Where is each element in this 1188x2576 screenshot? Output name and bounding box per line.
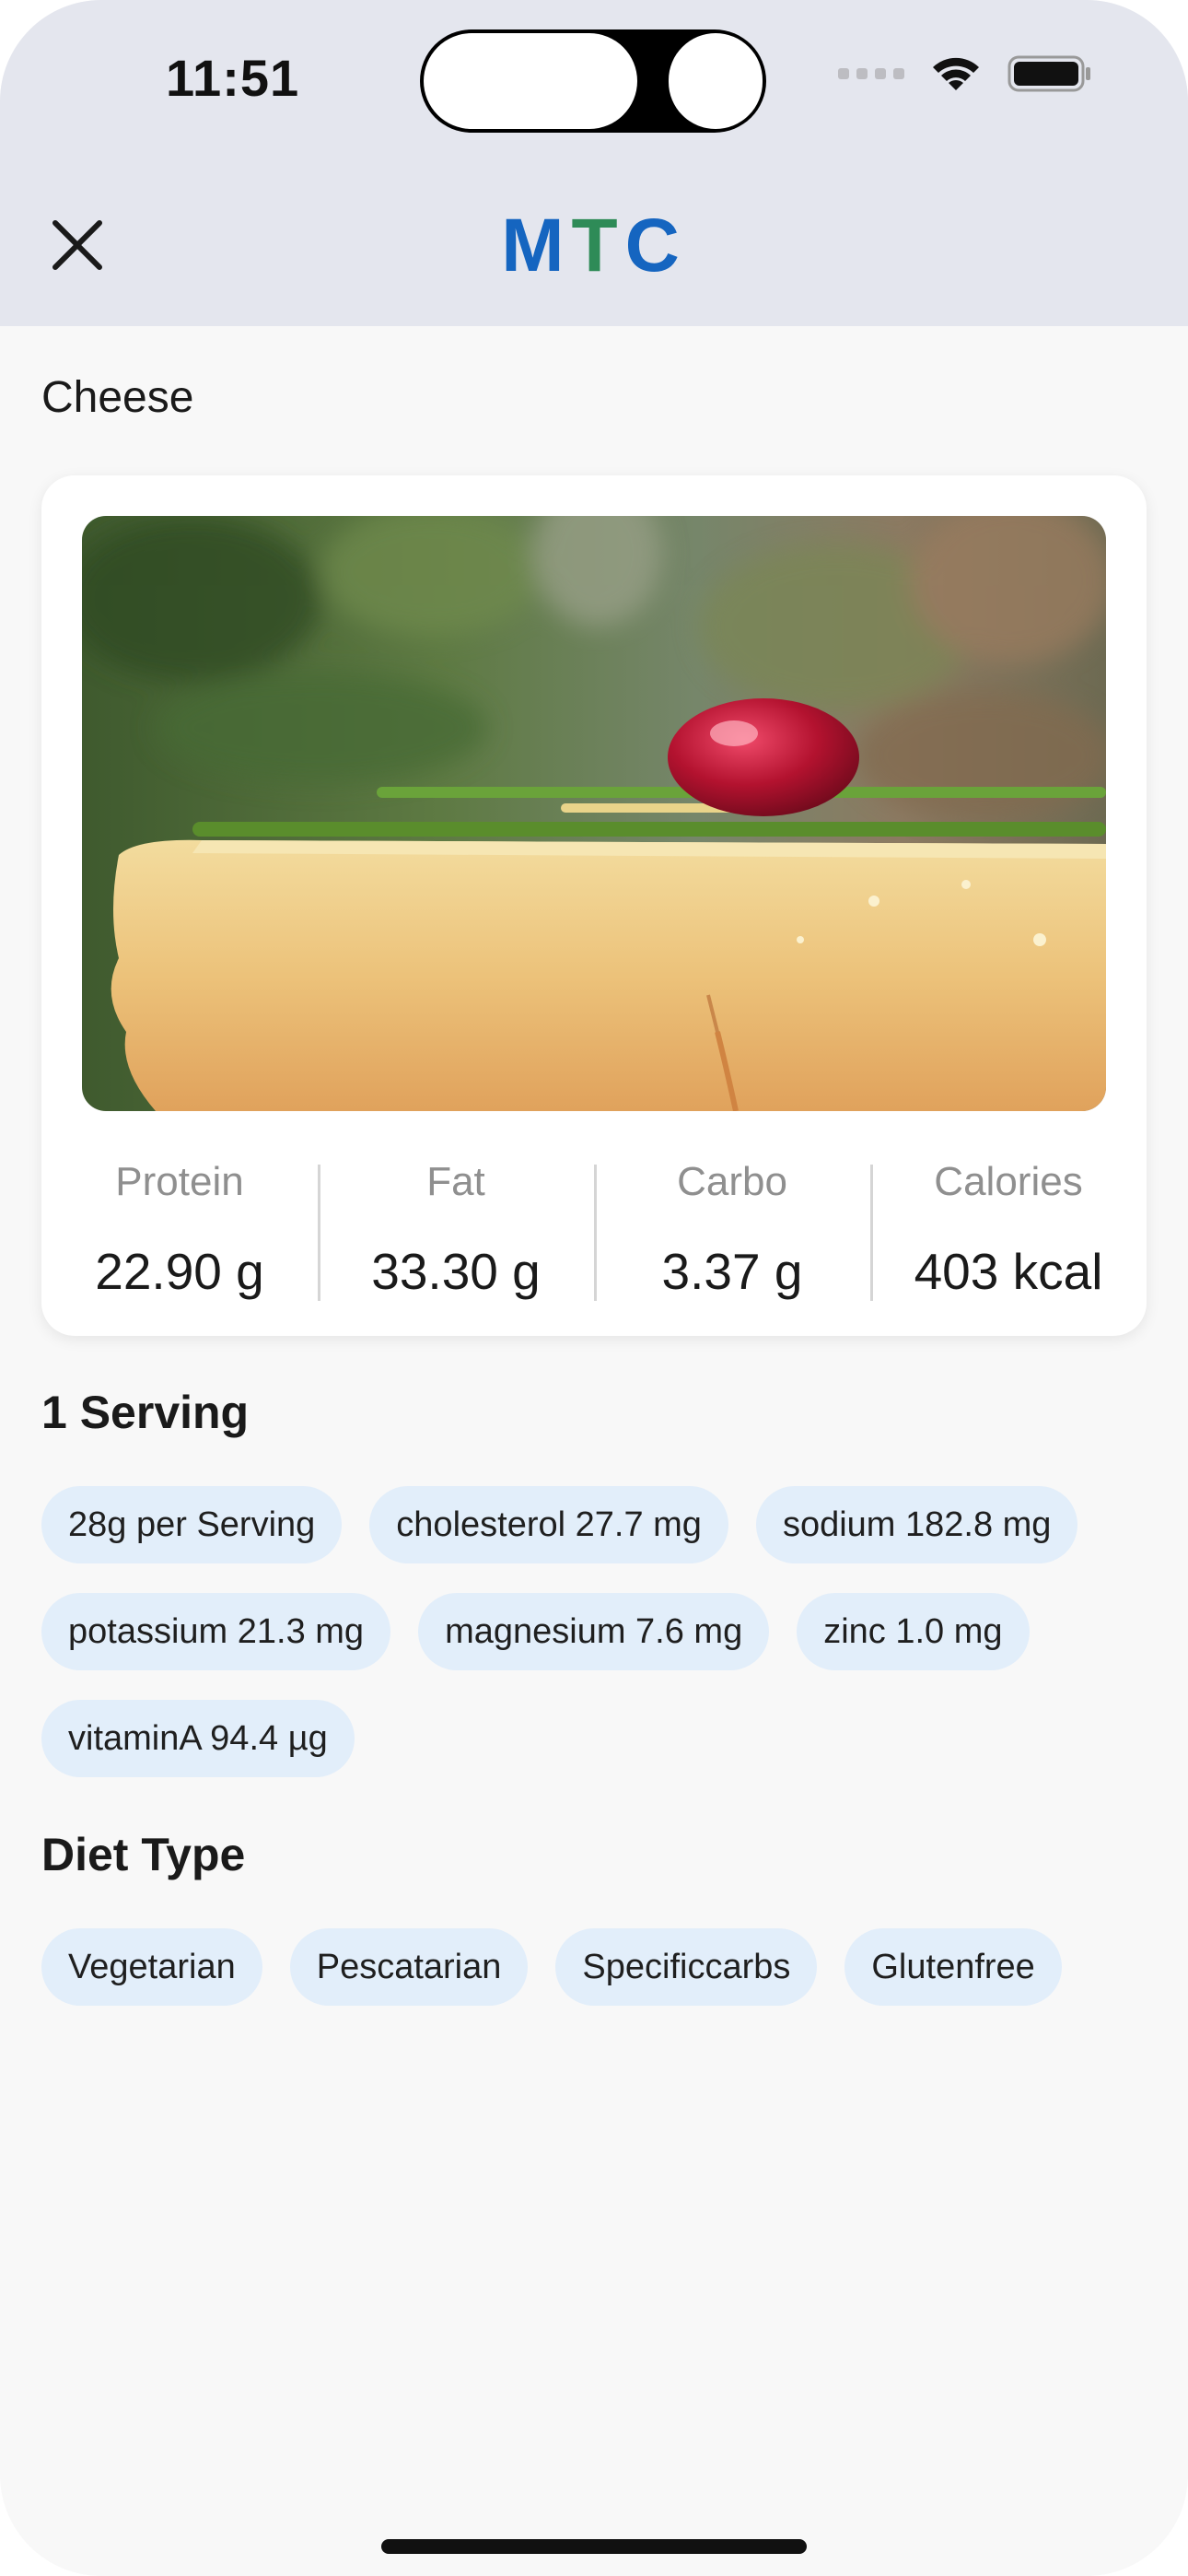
nutrient-chip: sodium 182.8 mg (755, 1486, 1078, 1563)
home-indicator[interactable] (381, 2539, 807, 2554)
status-indicators (838, 53, 1092, 94)
nutrient-chip: magnesium 7.6 mg (418, 1593, 770, 1670)
food-name: Cheese (41, 373, 194, 422)
nutrient-chip: cholesterol 27.7 mg (369, 1486, 728, 1563)
macro-label: Calories (934, 1159, 1083, 1204)
status-time: 11:51 (166, 49, 300, 107)
food-photo (82, 516, 1106, 1111)
macro-value: 33.30 g (371, 1243, 541, 1300)
diet-chip-list: Vegetarian Pescatarian Specificcarbs Glu… (41, 1928, 1156, 2006)
diet-chip: Specificcarbs (555, 1928, 818, 2006)
dynamic-island (420, 29, 766, 133)
header-bar: 11:51 MTC (0, 0, 1188, 326)
macro-summary: Protein 22.90 g Fat 33.30 g Carbo 3.37 g… (41, 1139, 1147, 1305)
macro-carbo: Carbo 3.37 g (594, 1139, 870, 1305)
serving-chip-list: 28g per Serving cholesterol 27.7 mg sodi… (41, 1486, 1156, 1777)
macro-value: 403 kcal (914, 1243, 1103, 1300)
food-card: Protein 22.90 g Fat 33.30 g Carbo 3.37 g… (41, 475, 1147, 1336)
wifi-icon (928, 53, 984, 94)
diet-chip: Vegetarian (41, 1928, 262, 2006)
island-dot (669, 33, 763, 129)
diet-section-title: Diet Type (41, 1829, 246, 1880)
diet-chip: Pescatarian (289, 1928, 529, 2006)
app-screen: 11:51 MTC Cheese Protein 22.90 g Fat 33.… (0, 0, 1188, 2576)
macro-fat: Fat 33.30 g (318, 1139, 594, 1305)
island-pill (424, 33, 637, 129)
macro-label: Protein (115, 1159, 244, 1204)
cellular-signal-icon (838, 68, 904, 79)
nutrient-chip: zinc 1.0 mg (797, 1593, 1030, 1670)
nutrient-chip: potassium 21.3 mg (41, 1593, 391, 1670)
macro-label: Fat (426, 1159, 485, 1204)
macro-value: 22.90 g (95, 1243, 264, 1300)
macro-label: Carbo (677, 1159, 787, 1204)
app-logo: MTC (501, 204, 687, 287)
battery-icon (1007, 53, 1092, 94)
nutrient-chip: vitaminA 94.4 µg (41, 1700, 355, 1777)
serving-chip: 28g per Serving (41, 1486, 343, 1563)
macro-protein: Protein 22.90 g (41, 1139, 318, 1305)
diet-chip: Glutenfree (844, 1928, 1062, 2006)
macro-value: 3.37 g (661, 1243, 803, 1300)
macro-calories: Calories 403 kcal (870, 1139, 1147, 1305)
serving-section-title: 1 Serving (41, 1387, 250, 1438)
